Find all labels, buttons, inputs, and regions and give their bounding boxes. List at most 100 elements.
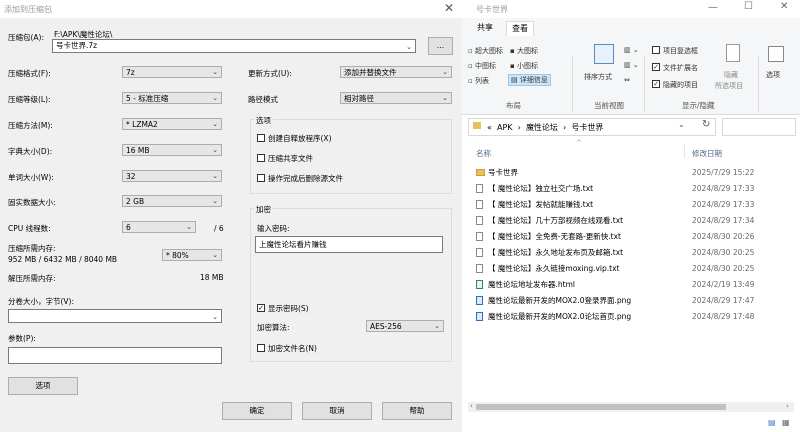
cancel-button[interactable]: 取消 bbox=[302, 402, 372, 420]
mem-percent-select[interactable]: * 80% ⌄ bbox=[162, 249, 222, 261]
sort-button[interactable]: 排序方式 bbox=[584, 72, 612, 82]
update-label: 更新方式(U): bbox=[248, 69, 292, 78]
params-input[interactable] bbox=[8, 347, 222, 364]
image-file-icon bbox=[476, 311, 483, 321]
close-icon[interactable]: ✕ bbox=[780, 1, 788, 12]
threads-total: / 6 bbox=[214, 224, 224, 233]
column-divider bbox=[684, 144, 685, 158]
options-icon bbox=[768, 46, 784, 62]
group-by-icon[interactable]: ▥ ⌄ bbox=[624, 46, 639, 54]
view-xlarge-icons[interactable]: ▫ 超大图标 bbox=[468, 46, 503, 56]
dialog-title: 添加到压缩包 bbox=[4, 5, 52, 14]
view-large-icons[interactable]: ▪ 大图标 bbox=[510, 46, 538, 56]
list-item[interactable]: 【 魔性论坛】发帖就能赚钱.txt 2024/8/29 17:33 bbox=[476, 198, 796, 212]
sfx-checkbox[interactable]: 创建自释放程序(X) bbox=[257, 133, 332, 144]
view-medium-icons[interactable]: ▫ 中图标 bbox=[468, 61, 496, 71]
archive-label: 压缩包(A): bbox=[8, 33, 45, 42]
text-file-icon bbox=[476, 263, 483, 273]
folder-icon bbox=[476, 168, 485, 176]
list-item[interactable]: 【 魔性论坛】几十万部视频在线观看.txt 2024/8/29 17:34 bbox=[476, 214, 796, 228]
archive-name-input[interactable]: 号卡世界.7z ⌄ bbox=[52, 39, 416, 53]
list-item[interactable]: 【 魔性论坛】永久地址发布页及邮箱.txt 2024/8/30 20:25 bbox=[476, 246, 796, 260]
divider bbox=[758, 56, 759, 112]
options-button[interactable]: 选项 bbox=[8, 377, 78, 395]
method-select[interactable]: * LZMA2 ⌄ bbox=[122, 118, 222, 130]
list-item[interactable]: 魔性论坛地址发布器.html 2024/2/19 13:49 bbox=[476, 278, 796, 292]
breadcrumb-apk[interactable]: APK bbox=[497, 123, 513, 132]
current-view-section: 当前视图 bbox=[594, 101, 624, 110]
word-label: 单词大小(W): bbox=[8, 173, 54, 182]
decomp-label: 解压所需内存: bbox=[8, 274, 56, 283]
enc-method-select[interactable]: AES-256 ⌄ bbox=[366, 320, 444, 332]
text-file-icon bbox=[476, 231, 483, 241]
details-view-icon[interactable]: ▤ bbox=[768, 418, 776, 427]
breadcrumb: « APK › 魔性论坛 › 号卡世界 bbox=[487, 123, 604, 132]
hide-selected-button[interactable]: 隐藏 bbox=[724, 70, 738, 80]
list-item[interactable]: 【 魔性论坛】永久链接moxing.vip.txt 2024/8/30 20:25 bbox=[476, 262, 796, 276]
encrypt-names-checkbox[interactable]: 加密文件名(N) bbox=[257, 343, 317, 354]
size-columns-icon[interactable]: ⇔ bbox=[624, 76, 630, 84]
solid-select[interactable]: 2 GB ⌄ bbox=[122, 195, 222, 207]
breadcrumb-forum[interactable]: 魔性论坛 bbox=[526, 123, 558, 132]
format-label: 压缩格式(F): bbox=[8, 69, 51, 78]
column-date[interactable]: 修改日期 bbox=[692, 148, 722, 159]
sort-up-icon: ^ bbox=[576, 139, 582, 147]
view-small-icons[interactable]: ▪ 小图标 bbox=[510, 61, 538, 71]
dict-select[interactable]: 16 MB ⌄ bbox=[122, 144, 222, 156]
thumbnail-view-icon[interactable]: ▦ bbox=[782, 418, 790, 427]
text-file-icon bbox=[476, 215, 483, 225]
tab-share[interactable]: 共享 bbox=[472, 21, 498, 35]
chevron-down-icon[interactable]: ⌄ bbox=[678, 120, 685, 129]
horizontal-scrollbar[interactable]: ‹ › bbox=[468, 402, 794, 412]
threads-label: CPU 线程数: bbox=[8, 224, 51, 233]
enc-method-label: 加密算法: bbox=[257, 323, 290, 332]
options-group-title: 选项 bbox=[254, 115, 273, 126]
shared-checkbox[interactable]: 压缩共享文件 bbox=[257, 153, 313, 164]
search-input[interactable] bbox=[722, 118, 796, 136]
scrollbar-thumb[interactable] bbox=[476, 404, 726, 410]
item-checkboxes-toggle[interactable]: 项目复选框 bbox=[652, 46, 698, 56]
password-label: 输入密码: bbox=[257, 224, 290, 233]
format-select[interactable]: 7z ⌄ bbox=[122, 66, 222, 78]
method-label: 压缩方法(M): bbox=[8, 121, 53, 130]
column-name[interactable]: 名称 bbox=[476, 148, 491, 159]
chevron-left-icon[interactable]: ‹ bbox=[470, 402, 473, 410]
ok-button[interactable]: 确定 bbox=[222, 402, 292, 420]
maximize-icon[interactable]: ☐ bbox=[744, 1, 753, 12]
add-to-archive-dialog: 添加到压缩包 ✕ 压缩包(A): F:\APK\魔性论坛\ 号卡世界.7z ⌄ .… bbox=[0, 0, 463, 432]
list-item[interactable]: 号卡世界 2025/7/29 15:22 bbox=[476, 166, 796, 180]
show-password-checkbox[interactable]: ✓ 显示密码(S) bbox=[257, 303, 309, 314]
refresh-icon[interactable]: ↻ bbox=[702, 119, 710, 130]
close-icon[interactable]: ✕ bbox=[444, 1, 454, 15]
split-label: 分卷大小，字节(V): bbox=[8, 297, 75, 306]
help-button[interactable]: 帮助 bbox=[382, 402, 452, 420]
breadcrumb-current[interactable]: 号卡世界 bbox=[571, 123, 603, 132]
view-list[interactable]: ▫ 列表 bbox=[468, 76, 489, 86]
show-hide-section: 显示/隐藏 bbox=[682, 101, 715, 110]
list-item[interactable]: 魔性论坛最新开发的MOX2.0论坛首页.png 2024/8/29 17:48 bbox=[476, 310, 796, 324]
options-button[interactable]: 选项 bbox=[766, 70, 780, 80]
level-select[interactable]: 5 - 标准压缩 ⌄ bbox=[122, 92, 222, 104]
pathmode-select[interactable]: 相对路径 ⌄ bbox=[340, 92, 452, 104]
chevron-down-icon[interactable]: ⌄ bbox=[406, 41, 412, 53]
threads-select[interactable]: 6 ⌄ bbox=[122, 221, 196, 233]
list-item[interactable]: 【 魔性论坛】独立社交广场.txt 2024/8/29 17:33 bbox=[476, 182, 796, 196]
add-columns-icon[interactable]: ▥ ⌄ bbox=[624, 61, 639, 69]
chevron-down-icon[interactable]: ⌄ bbox=[212, 311, 218, 323]
browse-button[interactable]: ... bbox=[428, 37, 453, 55]
tab-view[interactable]: 查看 bbox=[506, 21, 534, 36]
chevron-right-icon[interactable]: › bbox=[786, 402, 789, 410]
split-input[interactable]: ⌄ bbox=[8, 309, 222, 323]
update-select[interactable]: 添加并替换文件 ⌄ bbox=[340, 66, 452, 78]
view-details[interactable]: ▤ 详细信息 bbox=[508, 74, 551, 86]
list-item[interactable]: 魔性论坛最新开发的MOX2.0登录界面.png 2024/8/29 17:47 bbox=[476, 294, 796, 308]
word-select[interactable]: 32 ⌄ bbox=[122, 170, 222, 182]
password-input[interactable]: 上魔性论坛看片赚钱 bbox=[255, 236, 443, 253]
file-extensions-toggle[interactable]: ✓ 文件扩展名 bbox=[652, 63, 698, 73]
divider bbox=[572, 56, 573, 112]
delete-after-checkbox[interactable]: 操作完成后删除源文件 bbox=[257, 173, 343, 184]
folder-icon bbox=[473, 122, 481, 129]
hidden-items-toggle[interactable]: ✓ 隐藏的项目 bbox=[652, 80, 698, 90]
minimize-icon[interactable]: — bbox=[708, 2, 718, 13]
list-item[interactable]: 【 魔性论坛】全免费-无套路-更新快.txt 2024/8/30 20:26 bbox=[476, 230, 796, 244]
